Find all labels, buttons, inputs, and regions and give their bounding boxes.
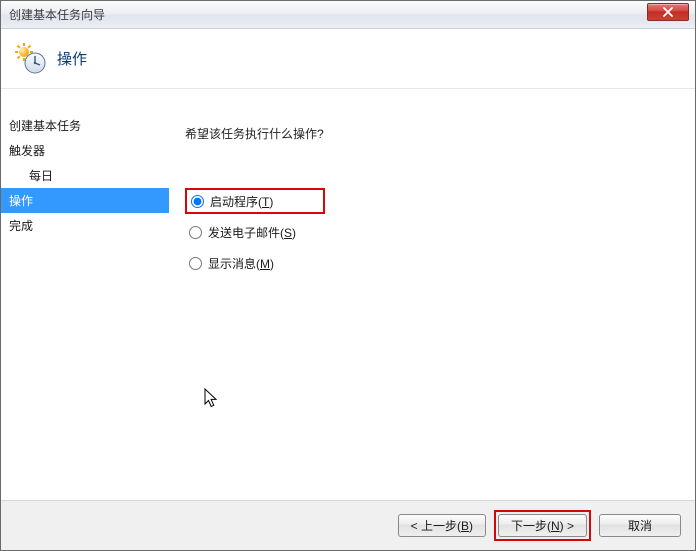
next-button[interactable]: 下一步(N) > (498, 514, 587, 537)
sidebar-item-label: 完成 (9, 219, 33, 233)
next-button-wrap: 下一步(N) > (494, 510, 591, 541)
sidebar-item-label: 每日 (29, 169, 53, 183)
header-panel: 操作 (1, 29, 695, 89)
back-button[interactable]: < 上一步(B) (398, 514, 486, 537)
sidebar-item-daily[interactable]: 每日 (1, 163, 169, 188)
footer: < 上一步(B) 下一步(N) > 取消 (1, 500, 695, 550)
close-icon (662, 7, 674, 17)
sidebar-item-finish[interactable]: 完成 (1, 213, 169, 238)
back-button-wrap: < 上一步(B) (398, 514, 486, 537)
cancel-button[interactable]: 取消 (599, 514, 681, 537)
sidebar-item-trigger[interactable]: 触发器 (1, 138, 169, 163)
task-icon (15, 43, 47, 75)
sidebar-item-label: 创建基本任务 (9, 119, 81, 133)
radio-send-email[interactable] (189, 226, 202, 239)
prompt-text: 希望该任务执行什么操作? (185, 125, 695, 142)
option-start-program[interactable]: 启动程序(T) (185, 188, 325, 214)
option-label: 发送电子邮件(S) (208, 224, 296, 241)
wizard-window: 创建基本任务向导 (0, 0, 696, 551)
sidebar-item-label: 触发器 (9, 144, 45, 158)
radio-show-message[interactable] (189, 257, 202, 270)
sidebar-item-create-task[interactable]: 创建基本任务 (1, 113, 169, 138)
option-show-message[interactable]: 显示消息(M) (185, 250, 325, 276)
radio-start-program[interactable] (191, 195, 204, 208)
option-label: 显示消息(M) (208, 255, 274, 272)
cancel-button-wrap: 取消 (599, 514, 681, 537)
close-button[interactable] (647, 3, 689, 21)
sidebar-item-label: 操作 (9, 194, 33, 208)
window-title: 创建基本任务向导 (9, 6, 105, 23)
wizard-body: 创建基本任务 触发器 每日 操作 完成 希望该任务执行什么操作? 启动程序(T)… (1, 89, 695, 500)
option-send-email[interactable]: 发送电子邮件(S) (185, 219, 325, 245)
option-label: 启动程序(T) (210, 193, 273, 210)
page-title: 操作 (57, 48, 87, 69)
sidebar-item-action[interactable]: 操作 (1, 188, 169, 213)
titlebar: 创建基本任务向导 (1, 1, 695, 29)
content-area: 希望该任务执行什么操作? 启动程序(T) 发送电子邮件(S) 显示消息(M) (169, 89, 695, 500)
sidebar: 创建基本任务 触发器 每日 操作 完成 (1, 89, 169, 500)
